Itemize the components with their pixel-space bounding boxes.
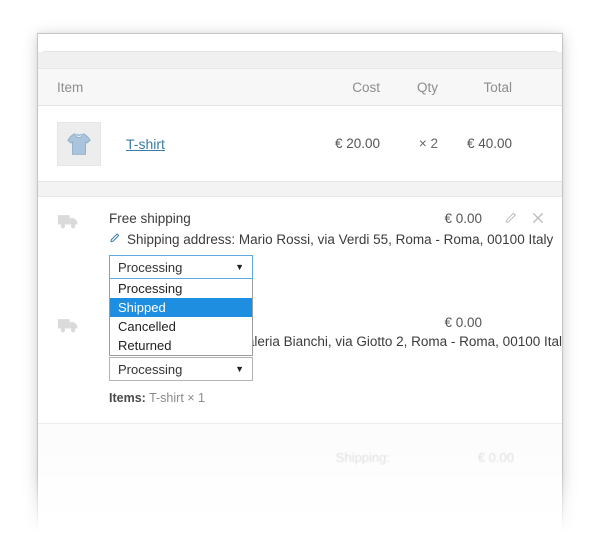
shipments-list: Free shipping € 0.00 Shipping address: M… bbox=[38, 197, 562, 520]
order-totals: Shipping: € 0.00 bbox=[38, 424, 562, 520]
truck-icon bbox=[57, 319, 78, 333]
shipment-remove-icon[interactable] bbox=[532, 211, 544, 228]
shipment-title: Free shipping bbox=[109, 211, 191, 226]
screenshot-stage: Item Cost Qty Total T-shirt € 20.00 × 2 … bbox=[0, 0, 600, 543]
panel-top-band bbox=[38, 52, 562, 68]
shipment-status-options[interactable]: Processing Shipped Cancelled Returned bbox=[109, 279, 253, 356]
shipment-body: Free shipping € 0.00 Shipping address: M… bbox=[109, 211, 553, 356]
shipment-status-value: Processing bbox=[118, 259, 183, 275]
panel-top-strip bbox=[43, 38, 557, 52]
column-header-qty: Qty bbox=[416, 79, 438, 95]
shipment-price: € 0.00 bbox=[444, 211, 482, 226]
shipment-row: Free shipping € 0.00 Shipping address: M… bbox=[38, 197, 562, 356]
shipment-topline: Free shipping € 0.00 bbox=[109, 211, 546, 228]
shipment-items-value: T-shirt × 1 bbox=[149, 391, 205, 405]
shipping-total-value: € 0.00 bbox=[477, 450, 514, 465]
shipping-total-label: Shipping: bbox=[335, 450, 390, 465]
shipment-address-line: Shipping address: Mario Rossi, via Verdi… bbox=[109, 232, 553, 247]
shipping-section-band bbox=[38, 182, 562, 197]
status-option-returned[interactable]: Returned bbox=[110, 336, 252, 355]
shipment-items-label: Items: bbox=[109, 391, 146, 405]
product-cell: T-shirt bbox=[57, 121, 316, 166]
shipment-actions bbox=[482, 211, 546, 228]
shipment-status-select[interactable]: Processing ▼ bbox=[109, 357, 253, 381]
shipment-status-value: Processing bbox=[118, 361, 183, 377]
items-table-header: Item Cost Qty Total bbox=[38, 68, 562, 106]
totals-row-shipping: Shipping: € 0.00 bbox=[38, 424, 562, 465]
tshirt-icon bbox=[67, 132, 91, 155]
product-cost: € 20.00 bbox=[334, 136, 380, 151]
product-thumbnail bbox=[57, 121, 101, 166]
shipment-items-line: Items: T-shirt × 1 bbox=[109, 391, 546, 405]
status-option-shipped[interactable]: Shipped bbox=[110, 298, 252, 317]
column-header-total: Total bbox=[483, 79, 512, 95]
table-row: T-shirt € 20.00 × 2 € 40.00 bbox=[38, 106, 562, 182]
shipment-status-select-wrap: Processing ▼ bbox=[109, 357, 253, 381]
shipment-address-text: Shipping address: Mario Rossi, via Verdi… bbox=[127, 232, 554, 247]
product-qty: × 2 bbox=[418, 136, 438, 151]
status-option-processing[interactable]: Processing bbox=[110, 279, 252, 298]
shipment-status-select[interactable]: Processing ▼ bbox=[109, 255, 253, 279]
shipment-edit-icon[interactable] bbox=[504, 211, 518, 228]
shipment-price: € 0.00 bbox=[444, 315, 482, 330]
product-total: € 40.00 bbox=[466, 136, 512, 151]
shipment-icon-cell bbox=[57, 211, 109, 279]
pencil-icon bbox=[110, 233, 120, 243]
chevron-down-icon: ▼ bbox=[235, 262, 244, 272]
truck-icon bbox=[57, 215, 78, 229]
column-header-cost: Cost bbox=[352, 79, 380, 95]
status-option-cancelled[interactable]: Cancelled bbox=[110, 317, 252, 336]
chevron-down-icon: ▼ bbox=[235, 364, 244, 374]
shipment-status-select-wrap: Processing ▼ Processing Shipped Cancelle… bbox=[109, 255, 253, 356]
shipment-icon-cell bbox=[57, 315, 109, 405]
order-items-panel: Item Cost Qty Total T-shirt € 20.00 × 2 … bbox=[37, 33, 563, 543]
column-header-item: Item bbox=[57, 79, 84, 95]
pencil-icon bbox=[505, 212, 516, 223]
address-edit-icon[interactable] bbox=[109, 232, 121, 247]
product-name-link[interactable]: T-shirt bbox=[126, 136, 165, 152]
close-icon bbox=[533, 213, 543, 223]
